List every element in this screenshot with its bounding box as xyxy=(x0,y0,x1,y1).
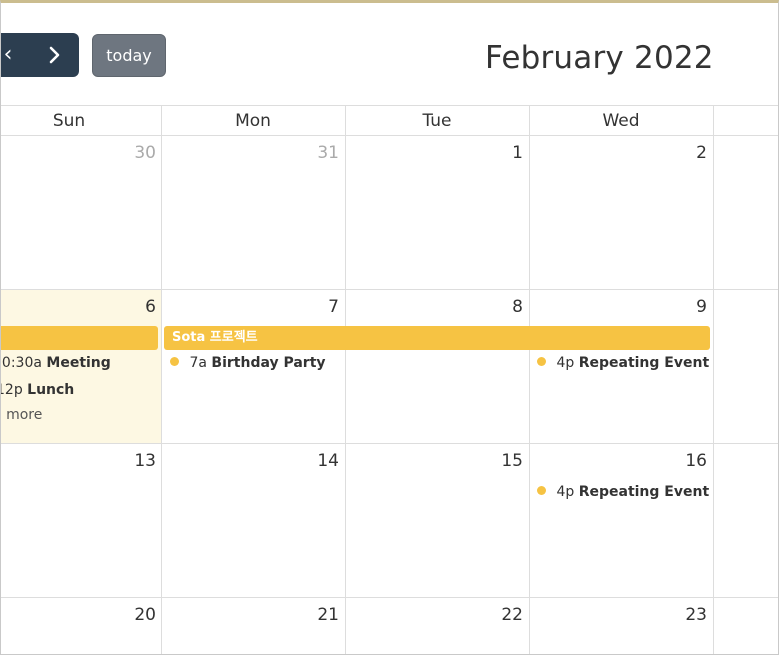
dow-header-sun: Sun xyxy=(52,111,86,131)
event-time: 4p xyxy=(556,484,575,500)
event-bar-label: Sota 프로젝트 xyxy=(172,330,258,345)
day-number[interactable]: 30 xyxy=(1,143,156,163)
week-border xyxy=(1,597,778,598)
column-border xyxy=(713,105,714,654)
column-border xyxy=(529,105,530,654)
week-border xyxy=(1,443,778,444)
chevron-right-icon[interactable] xyxy=(39,33,69,77)
day-number[interactable]: 7 xyxy=(161,297,339,317)
event-time: 10:30a xyxy=(1,355,42,371)
event-repeating[interactable]: 4p Repeating Event xyxy=(537,353,709,373)
day-number[interactable]: 22 xyxy=(345,605,523,625)
chevron-right-svg xyxy=(49,46,60,64)
day-number[interactable]: 6 xyxy=(1,297,156,317)
day-number[interactable]: 9 xyxy=(529,297,707,317)
day-number[interactable]: 2 xyxy=(529,143,707,163)
event-dot-icon xyxy=(537,486,546,495)
event-bar-sun[interactable] xyxy=(1,326,158,350)
column-border xyxy=(161,105,162,654)
column-border xyxy=(345,105,346,654)
today-button[interactable]: today xyxy=(92,34,166,77)
event-title: Repeating Event xyxy=(578,484,710,500)
week-border xyxy=(1,289,778,290)
day-number[interactable]: 1 xyxy=(345,143,523,163)
header-top-border xyxy=(1,105,778,106)
event-bar-sota[interactable]: Sota 프로젝트 xyxy=(164,326,710,350)
day-number[interactable]: 14 xyxy=(161,451,339,471)
event-repeating[interactable]: 4p Repeating Event xyxy=(537,482,709,502)
event-title: Meeting xyxy=(46,355,111,371)
header-bottom-border xyxy=(1,135,778,136)
day-number[interactable]: 31 xyxy=(161,143,339,163)
event-dot-icon xyxy=(537,357,546,366)
event-time: 4p xyxy=(556,355,575,371)
chevron-left-icon[interactable]: ‹ xyxy=(1,33,17,77)
event-lunch[interactable]: 12p Lunch xyxy=(1,380,75,400)
dow-header-mon: Mon xyxy=(235,111,271,131)
nav-button-group: ‹ xyxy=(1,33,79,77)
event-title: Repeating Event xyxy=(578,355,710,371)
day-number[interactable]: 21 xyxy=(161,605,339,625)
dow-header-wed: Wed xyxy=(602,111,640,131)
day-number[interactable]: 16 xyxy=(529,451,707,471)
event-time: 12p xyxy=(1,382,23,398)
day-number[interactable]: 23 xyxy=(529,605,707,625)
dow-header-tue: Tue xyxy=(422,111,452,131)
day-number[interactable]: 13 xyxy=(1,451,156,471)
event-birthday[interactable]: 7a Birthday Party xyxy=(170,353,326,373)
day-number[interactable]: 20 xyxy=(1,605,156,625)
more-events-link[interactable]: +2 more xyxy=(1,405,42,425)
event-time: 7a xyxy=(189,355,207,371)
day-number[interactable]: 15 xyxy=(345,451,523,471)
calendar-title: February 2022 xyxy=(485,40,714,76)
event-title: Birthday Party xyxy=(211,355,326,371)
event-dot-icon xyxy=(170,357,179,366)
day-number[interactable]: 8 xyxy=(345,297,523,317)
calendar-frame: ‹ today February 2022 Sun Mon Tue Wed 30… xyxy=(0,0,779,655)
calendar-toolbar: ‹ today February 2022 xyxy=(1,3,778,103)
event-title: Lunch xyxy=(27,382,75,398)
event-meeting[interactable]: 10:30a Meeting xyxy=(1,353,111,373)
